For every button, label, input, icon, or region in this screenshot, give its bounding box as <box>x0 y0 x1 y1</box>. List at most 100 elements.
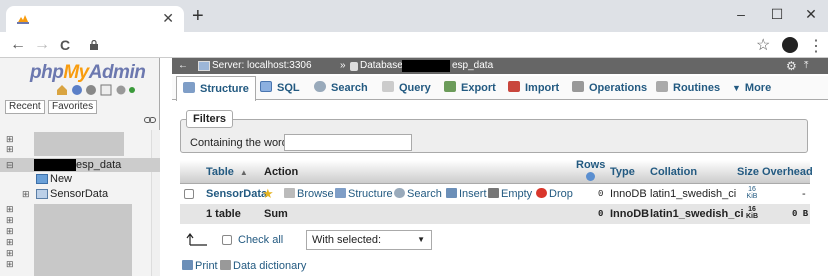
check-all-label[interactable]: Check all <box>238 230 283 250</box>
search-link[interactable]: Search <box>394 184 442 204</box>
breadcrumb-database-name[interactable]: esp_data <box>452 58 493 74</box>
row-checkbox[interactable] <box>184 189 194 199</box>
tree-expanders[interactable]: ⊞ ⊞ <box>6 134 14 154</box>
query-icon <box>382 81 394 92</box>
window-close-button[interactable]: ✕ <box>796 4 826 24</box>
collapse-icon[interactable]: ⊟ <box>6 158 14 172</box>
tree-new-item[interactable]: New <box>50 173 72 185</box>
drop-link[interactable]: Drop <box>536 184 573 204</box>
sum-overhead: 0 B <box>792 209 809 219</box>
sidebar-scrollbar[interactable] <box>151 130 160 276</box>
filter-label: Containing the word: <box>190 137 291 149</box>
redacted-database-names <box>34 132 124 156</box>
column-header-rows[interactable]: Rows <box>576 160 605 184</box>
recent-button[interactable]: Recent <box>5 100 45 114</box>
sum-rows: 0 <box>598 209 604 219</box>
breadcrumb-database-label[interactable]: Database: <box>360 58 406 74</box>
search-icon <box>314 81 326 92</box>
redacted-database-list <box>34 204 132 276</box>
back-button[interactable]: ← <box>10 36 26 54</box>
browser-tab[interactable]: ✕ <box>6 6 184 32</box>
column-header-overhead[interactable]: Overhead <box>762 160 813 184</box>
table-icon <box>36 189 48 199</box>
column-header-collation[interactable]: Collation <box>650 160 697 184</box>
sum-label: Sum <box>264 208 288 220</box>
wrench-icon <box>572 81 584 92</box>
expand-table-icon[interactable]: ⊞ <box>22 188 30 200</box>
structure-icon <box>335 188 346 198</box>
print-icon <box>182 260 193 270</box>
tab-structure[interactable]: Structure <box>176 76 256 101</box>
maximize-button[interactable]: ☐ <box>762 4 792 24</box>
column-header-table[interactable]: Table ▲ <box>206 160 248 185</box>
filter-input[interactable] <box>284 134 412 151</box>
tab-query[interactable]: Query <box>376 76 437 100</box>
phpmyadmin-favicon-icon <box>17 15 29 24</box>
database-name[interactable]: esp_data <box>76 158 121 172</box>
help-icon[interactable] <box>586 172 596 181</box>
tab-export[interactable]: Export <box>438 76 502 100</box>
check-all-checkbox[interactable] <box>222 235 232 245</box>
empty-icon <box>488 188 499 198</box>
sql-icon <box>260 81 272 92</box>
redacted-database-prefix <box>34 159 76 171</box>
column-header-type[interactable]: Type <box>610 160 635 184</box>
collapse-arrow-icon[interactable]: ← <box>178 58 188 74</box>
minimize-button[interactable]: – <box>726 4 756 24</box>
tab-import[interactable]: Import <box>502 76 565 100</box>
browse-icon <box>284 188 295 198</box>
tab-sql[interactable]: SQL <box>254 76 306 100</box>
new-tab-button[interactable]: + <box>192 6 204 26</box>
tab-search[interactable]: Search <box>308 76 374 100</box>
sum-engine: InnoDB <box>610 208 650 220</box>
address-bar[interactable] <box>0 32 828 58</box>
browser-menu-icon[interactable]: ⋮ <box>808 36 824 56</box>
tab-more[interactable]: ▼ More <box>726 76 777 100</box>
insert-icon <box>446 188 457 198</box>
row-count: 0 <box>598 189 604 199</box>
browse-link[interactable]: Browse <box>284 184 334 204</box>
insert-link[interactable]: Insert <box>446 184 487 204</box>
size-value[interactable]: 16 KiB <box>742 186 762 200</box>
settings-gear-icon[interactable]: ⚙ <box>786 58 797 74</box>
tree-expanders-lower[interactable]: ⊞ ⊞ ⊞ ⊞ ⊞ ⊞ <box>6 204 14 270</box>
empty-link[interactable]: Empty <box>488 184 532 204</box>
print-link[interactable]: Print <box>182 258 218 274</box>
structure-link[interactable]: Structure <box>335 184 393 204</box>
reload-button[interactable]: C <box>60 36 70 54</box>
arrow-up-icon <box>186 233 207 246</box>
redacted-breadcrumb <box>402 60 450 72</box>
profile-avatar[interactable] <box>782 37 798 53</box>
table-name-link[interactable]: SensorData <box>206 184 267 204</box>
tab-operations[interactable]: Operations <box>566 76 653 100</box>
new-table-icon <box>36 174 48 184</box>
link-icon[interactable] <box>144 116 156 124</box>
phpmyadmin-logo[interactable]: phpMyAdmin <box>30 62 146 84</box>
favorites-button[interactable]: Favorites <box>48 100 98 114</box>
sum-collation: latin1_swedish_ci <box>650 208 744 220</box>
tree-table-item[interactable]: SensorData <box>50 188 108 200</box>
data-dictionary-icon <box>220 260 231 270</box>
import-icon <box>508 81 520 92</box>
database-icon <box>350 62 358 71</box>
bookmark-star-icon[interactable]: ☆ <box>756 35 770 55</box>
tab-routines[interactable]: Routines <box>650 76 726 100</box>
forward-button[interactable]: → <box>34 36 50 54</box>
with-selected-select[interactable]: With selected: ▼ <box>306 230 432 250</box>
export-icon <box>444 81 456 92</box>
table-count: 1 table <box>206 208 241 220</box>
column-header-size[interactable]: Size <box>737 160 759 184</box>
select-arrow-icon: ▼ <box>417 235 425 244</box>
breadcrumb-separator: » <box>340 60 346 71</box>
filters-legend: Filters <box>186 110 234 128</box>
tab-close-icon[interactable]: ✕ <box>162 10 174 27</box>
routines-icon <box>656 81 668 92</box>
server-icon <box>198 61 210 71</box>
breadcrumb-server[interactable]: Server: localhost:3306 <box>212 58 312 74</box>
structure-icon <box>183 82 195 93</box>
favorite-star-icon[interactable]: ★ <box>262 184 274 204</box>
sum-size: 16 KiB <box>745 206 759 220</box>
data-dictionary-link[interactable]: Data dictionary <box>220 258 306 274</box>
sidebar-toolbar-icons[interactable] <box>55 84 135 96</box>
collapse-header-icon[interactable]: ⤒ <box>804 58 808 74</box>
